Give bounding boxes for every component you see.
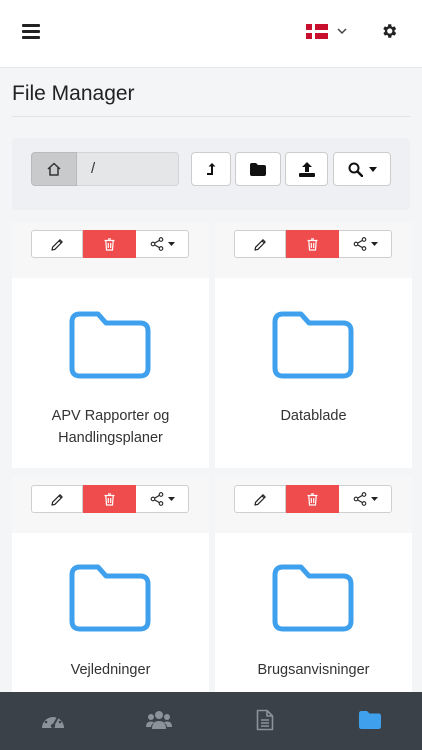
nav-users[interactable]: [146, 708, 172, 732]
upload-button[interactable]: [285, 152, 328, 186]
delete-button[interactable]: [286, 230, 339, 258]
share-icon: [150, 237, 163, 251]
folder-icon: [69, 564, 151, 632]
edit-button[interactable]: [31, 485, 83, 513]
caret-down-icon: [167, 242, 175, 246]
share-icon: [150, 492, 163, 506]
folder-icon: [272, 564, 354, 632]
level-up-button[interactable]: [191, 152, 231, 186]
trash-icon: [307, 237, 318, 251]
pencil-icon: [50, 493, 63, 506]
home-button[interactable]: [31, 152, 77, 186]
trash-icon: [104, 237, 115, 251]
share-dropdown-button[interactable]: [136, 230, 189, 258]
edit-button[interactable]: [234, 230, 286, 258]
card-actions: [215, 477, 412, 533]
users-icon: [146, 711, 172, 729]
caret-down-icon: [167, 497, 175, 501]
search-dropdown-button[interactable]: [333, 152, 391, 186]
caret-down-icon: [370, 497, 378, 501]
search-icon: [348, 162, 363, 177]
card-actions: [215, 222, 412, 278]
divider: [12, 116, 410, 117]
chevron-down-icon: [337, 28, 347, 35]
delete-button[interactable]: [83, 230, 136, 258]
caret-down-icon: [368, 166, 377, 172]
trash-icon: [104, 492, 115, 506]
nav-documents[interactable]: [252, 708, 278, 732]
file-toolbar: /: [12, 138, 410, 210]
bottom-nav: [0, 692, 422, 750]
top-bar: [0, 0, 422, 68]
language-selector[interactable]: [306, 20, 347, 42]
gear-icon[interactable]: [380, 22, 398, 40]
danish-flag-icon: [306, 23, 328, 39]
page-title: File Manager: [12, 82, 135, 105]
nav-files-active[interactable]: [357, 708, 383, 732]
delete-button[interactable]: [286, 485, 339, 513]
share-icon: [353, 237, 366, 251]
share-dropdown-button[interactable]: [136, 485, 189, 513]
trash-icon: [307, 492, 318, 506]
card-actions: [12, 477, 209, 533]
folder-card[interactable]: Datablade: [215, 222, 412, 468]
breadcrumb: /: [31, 152, 179, 186]
menu-icon[interactable]: [22, 24, 40, 40]
folder-name: Datablade: [280, 408, 347, 424]
pencil-icon: [50, 238, 63, 251]
edit-button[interactable]: [234, 485, 286, 513]
pencil-icon: [253, 493, 266, 506]
folder-icon: [359, 711, 381, 729]
nav-dashboard[interactable]: [40, 708, 66, 732]
card-actions: [12, 222, 209, 278]
level-up-icon: [207, 163, 216, 175]
folder-card[interactable]: Brugsanvisninger: [215, 477, 412, 692]
pencil-icon: [253, 238, 266, 251]
folder-name: Brugsanvisninger: [257, 662, 370, 678]
folder-name-line-1: APV Rapporter og: [51, 408, 170, 424]
folder-icon: [69, 311, 151, 379]
folder-name-line-2: Handlingsplaner: [58, 430, 163, 446]
share-icon: [353, 492, 366, 506]
current-path: /: [77, 152, 179, 186]
folder-card[interactable]: Vejledninger: [12, 477, 209, 692]
share-dropdown-button[interactable]: [339, 485, 392, 513]
caret-down-icon: [370, 242, 378, 246]
folder-icon: [250, 162, 266, 176]
document-icon: [256, 709, 274, 731]
folder-name: Vejledninger: [70, 662, 151, 678]
folder-card[interactable]: APV Rapporter og Handlingsplaner: [12, 222, 209, 468]
home-icon: [47, 162, 61, 176]
share-dropdown-button[interactable]: [339, 230, 392, 258]
delete-button[interactable]: [83, 485, 136, 513]
upload-icon: [298, 161, 315, 177]
folder-icon: [272, 311, 354, 379]
edit-button[interactable]: [31, 230, 83, 258]
dashboard-icon: [42, 713, 64, 729]
new-folder-button[interactable]: [235, 152, 281, 186]
